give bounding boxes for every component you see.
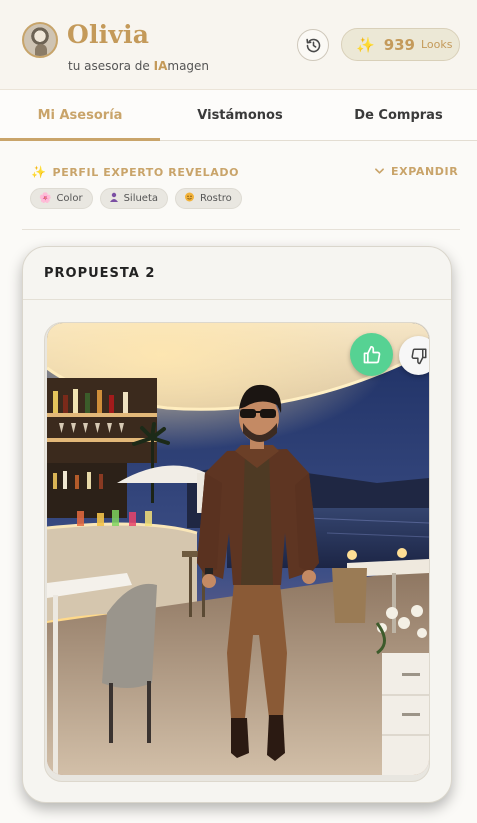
active-tab-indicator	[0, 138, 160, 141]
chip-label: Rostro	[200, 193, 232, 204]
palette-icon: 🌸	[39, 193, 52, 204]
tab-de-compras[interactable]: De Compras	[320, 90, 477, 140]
looks-counter-button[interactable]: ✨ 939 Looks	[341, 28, 460, 61]
profile-section-title: ✨ PERFIL EXPERTO REVELADO	[31, 165, 239, 179]
outfit-photo-illustration	[47, 323, 429, 775]
chip-silueta[interactable]: Silueta	[99, 188, 169, 209]
expand-button[interactable]: EXPANDIR	[375, 165, 458, 178]
chevron-down-icon	[375, 165, 384, 178]
section-divider	[22, 229, 460, 230]
assistant-name: Olivia	[67, 20, 150, 49]
profile-title-text: PERFIL EXPERTO REVELADO	[52, 165, 240, 179]
like-button[interactable]	[350, 333, 393, 376]
history-button[interactable]	[297, 29, 329, 61]
sparkle-icon: ✨	[356, 35, 375, 54]
dislike-button[interactable]	[399, 336, 429, 375]
tab-vistamonos[interactable]: Vistámonos	[160, 90, 320, 140]
app-header: Olivia tu asesora de IAmagen ✨ 939 Looks	[0, 0, 477, 90]
avatar[interactable]	[22, 22, 58, 58]
proposal-card-header: PROPUESTA 2	[23, 247, 451, 300]
subtitle-prefix: tu asesora de	[68, 59, 154, 73]
profile-chips: 🌸 Color Silueta Rostro	[30, 188, 242, 209]
proposal-card: PROPUESTA 2	[22, 246, 452, 803]
sparkle-icon: ✨	[31, 165, 47, 179]
assistant-subtitle: tu asesora de IAmagen	[68, 59, 209, 73]
thumbs-down-icon	[411, 348, 426, 364]
subtitle-accent: IA	[153, 59, 168, 73]
history-icon	[305, 38, 320, 52]
subtitle-suffix: magen	[167, 59, 210, 73]
chip-color[interactable]: 🌸 Color	[30, 188, 93, 209]
chip-rostro[interactable]: Rostro	[175, 188, 242, 209]
outfit-photo-frame	[44, 322, 430, 782]
silhouette-icon	[109, 192, 119, 205]
chip-label: Color	[56, 193, 83, 204]
chip-label: Silueta	[123, 193, 159, 204]
face-icon	[184, 192, 195, 205]
outfit-photo[interactable]	[47, 323, 429, 775]
looks-count: 939	[383, 35, 415, 54]
thumbs-up-icon	[363, 345, 380, 363]
tab-bar: Mi Asesoría Vistámonos De Compras	[0, 90, 477, 141]
expand-label: EXPANDIR	[391, 165, 459, 178]
looks-label: Looks	[421, 38, 453, 51]
tab-mi-asesoria[interactable]: Mi Asesoría	[0, 90, 160, 140]
proposal-title: PROPUESTA 2	[44, 266, 156, 281]
